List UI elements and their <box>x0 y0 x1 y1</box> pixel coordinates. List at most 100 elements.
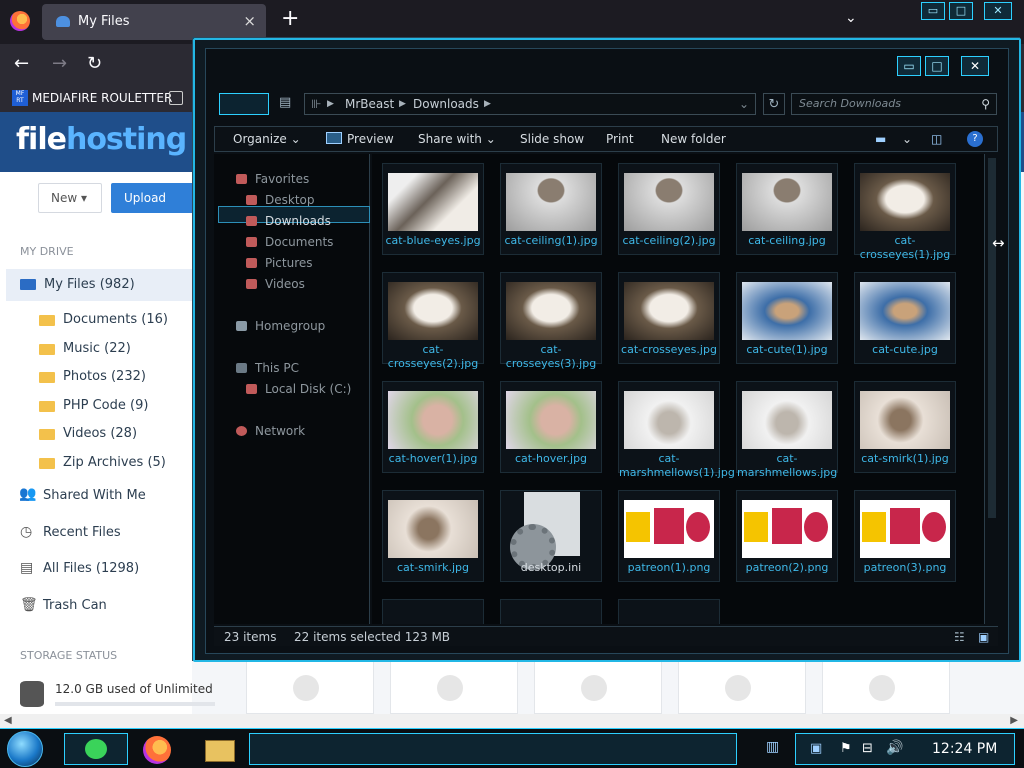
file-thumbnail[interactable] <box>390 660 518 714</box>
network-icon[interactable]: ⊟ <box>862 741 873 756</box>
nav-this-pc[interactable]: This PC <box>255 361 299 375</box>
file-tile[interactable]: cat-ceiling.jpg <box>736 163 838 255</box>
file-tile[interactable]: cat-cute(1).jpg <box>736 272 838 364</box>
maximize-icon[interactable]: □ <box>925 56 949 76</box>
nav-homegroup[interactable]: Homegroup <box>255 319 325 333</box>
sidebar-item-music[interactable]: Music (22) <box>63 341 131 356</box>
view-toggle-buttons[interactable] <box>219 93 269 115</box>
help-icon[interactable]: ? <box>967 131 983 147</box>
scroll-right-icon[interactable]: ▶ <box>1010 715 1018 726</box>
bookmark-folder-icon[interactable] <box>169 91 183 105</box>
nav-favorites[interactable]: Favorites <box>255 172 309 186</box>
organize-button[interactable]: Organize ⌄ <box>233 132 301 146</box>
file-tile[interactable]: desktop.ini <box>500 490 602 582</box>
file-tile[interactable]: cat-hover.jpg <box>500 381 602 473</box>
view-options-icon[interactable]: ⌄ <box>902 132 912 146</box>
clock[interactable]: 12:24 PM <box>932 741 997 757</box>
preview-pane-icon[interactable]: ◫ <box>931 132 942 146</box>
file-tile[interactable]: patreon(1).png <box>618 490 720 582</box>
taskbar-file-explorer[interactable] <box>196 733 244 765</box>
file-tile[interactable]: cat-marshmellows.jpg <box>736 381 838 479</box>
reload-icon[interactable]: ↻ <box>87 54 102 74</box>
change-view-icon[interactable]: ▬ <box>875 132 886 146</box>
address-bar[interactable]: ⊪ ▶ MrBeast ▶ Downloads ▶ ⌄ <box>304 93 756 115</box>
file-tile[interactable]: cat-hover(1).jpg <box>382 381 484 473</box>
bookmark-mediafire-rouletter[interactable]: MEDIAFIRE ROULETTER <box>32 91 172 105</box>
share-with-button[interactable]: Share with ⌄ <box>418 132 496 146</box>
top-maximize-icon[interactable]: □ <box>949 2 973 20</box>
search-icon[interactable]: ⚲ <box>981 94 990 114</box>
file-tile[interactable]: cat-smirk.jpg <box>382 490 484 582</box>
page-horizontal-scrollbar[interactable]: ◀ ▶ <box>0 714 1024 728</box>
file-tile[interactable]: patreon(3).png <box>854 490 956 582</box>
file-tile[interactable] <box>382 599 484 624</box>
new-folder-button[interactable]: New folder <box>661 132 726 146</box>
file-thumbnail[interactable] <box>822 660 950 714</box>
file-thumbnail[interactable] <box>534 660 662 714</box>
file-tile[interactable]: cat-marshmellows(1).jpg <box>618 381 735 479</box>
file-tile[interactable] <box>500 599 602 624</box>
nav-network[interactable]: Network <box>255 424 305 438</box>
new-tab-button[interactable]: + <box>281 8 299 30</box>
file-tile[interactable]: cat-ceiling(2).jpg <box>618 163 720 255</box>
filehosting-logo[interactable]: filehosting <box>16 122 187 157</box>
minimize-icon[interactable]: ▭ <box>897 56 921 76</box>
tab-my-files[interactable]: My Files × <box>42 4 266 40</box>
sidebar-item-recent[interactable]: Recent Files <box>43 525 121 540</box>
nav-documents[interactable]: Documents <box>265 235 333 249</box>
file-tile[interactable]: cat-ceiling(1).jpg <box>500 163 602 255</box>
up-level-icon[interactable]: ▤ <box>279 95 291 110</box>
tab-list-icon[interactable]: ⌄ <box>845 10 857 26</box>
details-view-icon[interactable]: ☷ <box>954 630 965 644</box>
sidebar-item-zip-archives[interactable]: Zip Archives (5) <box>63 455 166 470</box>
file-thumbnail[interactable] <box>246 660 374 714</box>
forward-icon[interactable]: → <box>52 54 67 74</box>
breadcrumb-mrbeast[interactable]: MrBeast <box>345 94 394 114</box>
file-thumbnail[interactable] <box>678 660 806 714</box>
file-tile[interactable]: cat-blue-eyes.jpg <box>382 163 484 255</box>
top-close-icon[interactable]: ✕ <box>984 2 1012 20</box>
firefox-icon[interactable] <box>10 11 30 31</box>
breadcrumb-downloads[interactable]: Downloads <box>413 94 479 114</box>
sidebar-item-videos[interactable]: Videos (28) <box>63 426 137 441</box>
sidebar-item-shared[interactable]: Shared With Me <box>43 488 146 503</box>
start-button[interactable] <box>7 731 43 767</box>
slide-show-button[interactable]: Slide show <box>520 132 584 146</box>
file-tile[interactable]: cat-crosseyes.jpg <box>618 272 720 364</box>
scrollbar-thumb[interactable] <box>988 158 996 518</box>
close-window-icon[interactable]: ✕ <box>961 56 989 76</box>
new-button[interactable]: New ▾ <box>38 183 102 213</box>
file-tile[interactable]: cat-crosseyes(1).jpg <box>854 163 956 261</box>
print-button[interactable]: Print <box>606 132 634 146</box>
refresh-icon[interactable]: ↻ <box>763 93 785 115</box>
top-restore-icon[interactable]: ▭ <box>921 2 945 20</box>
file-tile[interactable]: cat-cute.jpg <box>854 272 956 364</box>
sidebar-item-my-files[interactable]: My Files (982) <box>6 269 192 301</box>
sidebar-item-trash[interactable]: Trash Can <box>43 598 107 613</box>
upload-button[interactable]: Upload <box>111 183 196 213</box>
volume-icon[interactable]: 🔊 <box>886 740 903 756</box>
sidebar-item-documents[interactable]: Documents (16) <box>63 312 168 327</box>
nav-downloads[interactable]: Downloads <box>265 214 331 228</box>
sidebar-item-php-code[interactable]: PHP Code (9) <box>63 398 148 413</box>
action-center-icon[interactable]: ⚑ <box>840 741 852 756</box>
file-tile[interactable]: cat-smirk(1).jpg <box>854 381 956 473</box>
nav-videos[interactable]: Videos <box>265 277 305 291</box>
file-tile[interactable] <box>618 599 720 624</box>
back-icon[interactable]: ← <box>14 54 29 74</box>
nav-local-disk[interactable]: Local Disk (C:) <box>265 382 351 396</box>
show-desktop-icon[interactable]: ▥ <box>766 739 779 755</box>
close-tab-icon[interactable]: × <box>243 12 256 30</box>
search-input[interactable]: Search Downloads ⚲ <box>791 93 997 115</box>
tiles-view-icon[interactable]: ▣ <box>978 630 989 644</box>
address-dropdown-icon[interactable]: ⌄ <box>739 94 749 114</box>
file-grid-scrollbar[interactable] <box>984 154 998 624</box>
sidebar-item-photos[interactable]: Photos (232) <box>63 369 146 384</box>
scroll-left-icon[interactable]: ◀ <box>4 715 12 726</box>
file-tile[interactable]: patreon(2).png <box>736 490 838 582</box>
preview-button[interactable]: Preview <box>347 132 394 146</box>
nav-desktop[interactable]: Desktop <box>265 193 315 207</box>
file-tile[interactable]: cat-crosseyes(2).jpg <box>382 272 484 370</box>
taskbar-window-area[interactable] <box>249 733 737 765</box>
nav-pictures[interactable]: Pictures <box>265 256 313 270</box>
